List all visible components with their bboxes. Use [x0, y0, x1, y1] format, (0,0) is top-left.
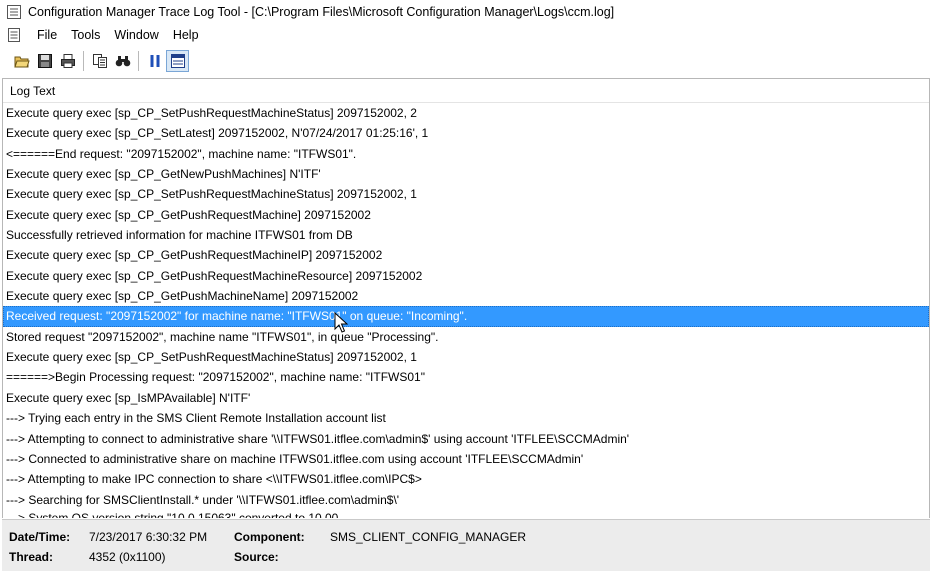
find-icon	[115, 56, 130, 67]
thread-label: Thread:	[9, 550, 54, 564]
pause-icon	[150, 55, 159, 67]
log-row[interactable]: ---> Connected to administrative share o…	[3, 449, 929, 469]
toolbar-separator	[138, 51, 139, 71]
log-row[interactable]: <======End request: "2097152002", machin…	[3, 144, 929, 164]
menu-bar: File Tools Window Help	[0, 24, 930, 45]
log-row[interactable]: Execute query exec [sp_CP_GetPushRequest…	[3, 205, 929, 225]
datetime-label: Date/Time:	[9, 530, 71, 544]
copy-icon	[92, 54, 107, 68]
details-pane: Date/Time: 7/23/2017 6:30:32 PM Componen…	[2, 519, 930, 571]
title-bar: Configuration Manager Trace Log Tool - […	[0, 0, 930, 24]
log-row[interactable]: Stored request "2097152002", machine nam…	[3, 327, 929, 347]
details-pane-icon	[170, 54, 185, 68]
window-title: Configuration Manager Trace Log Tool - […	[28, 5, 615, 19]
log-row[interactable]: Execute query exec [sp_CP_GetNewPushMach…	[3, 164, 929, 184]
menu-tools[interactable]: Tools	[64, 28, 107, 42]
log-document-icon	[6, 4, 22, 20]
menu-window[interactable]: Window	[107, 28, 165, 42]
toolbar-separator	[83, 51, 84, 71]
column-header-log-text[interactable]: Log Text	[3, 79, 929, 103]
details-pane-button[interactable]	[166, 50, 189, 72]
log-row[interactable]: Execute query exec [sp_CP_GetPushMachine…	[3, 286, 929, 306]
log-row[interactable]: ---> Attempting to connect to administra…	[3, 429, 929, 449]
log-row[interactable]: Execute query exec [sp_CP_SetPushRequest…	[3, 347, 929, 367]
log-row[interactable]: ======>Begin Processing request: "209715…	[3, 367, 929, 387]
log-list[interactable]: Log Text Execute query exec [sp_CP_SetPu…	[2, 78, 930, 518]
log-row[interactable]: ---> Trying each entry in the SMS Client…	[3, 408, 929, 428]
save-icon	[37, 54, 52, 68]
log-row[interactable]: Execute query exec [sp_CP_GetPushRequest…	[3, 266, 929, 286]
source-label: Source:	[234, 550, 279, 564]
print-button[interactable]	[56, 50, 79, 72]
pause-button[interactable]	[143, 50, 166, 72]
toolbar	[0, 47, 930, 75]
log-row[interactable]: Execute query exec [sp_IsMPAvailable] N'…	[3, 388, 929, 408]
log-row[interactable]: Execute query exec [sp_CP_SetPushRequest…	[3, 184, 929, 204]
log-rows: Execute query exec [sp_CP_SetPushRequest…	[3, 103, 929, 518]
log-row[interactable]: ---> System OS version string "10.0.1506…	[3, 508, 929, 518]
copy-button[interactable]	[88, 50, 111, 72]
save-button[interactable]	[33, 50, 56, 72]
open-icon	[13, 56, 30, 68]
find-button[interactable]	[111, 50, 134, 72]
log-row[interactable]: ---> Attempting to make IPC connection t…	[3, 469, 929, 489]
log-row-selected[interactable]: Received request: "2097152002" for machi…	[3, 306, 929, 327]
mouse-cursor-icon	[334, 311, 350, 334]
datetime-value: 7/23/2017 6:30:32 PM	[89, 530, 208, 544]
log-row[interactable]: Execute query exec [sp_CP_SetLatest] 209…	[3, 123, 929, 143]
log-row[interactable]: Execute query exec [sp_CP_SetPushRequest…	[3, 103, 929, 123]
thread-value: 4352 (0x1100)	[89, 550, 166, 564]
log-row[interactable]: Execute query exec [sp_CP_GetPushRequest…	[3, 245, 929, 265]
menu-help[interactable]: Help	[166, 28, 206, 42]
log-row[interactable]: Successfully retrieved information for m…	[3, 225, 929, 245]
component-value: SMS_CLIENT_CONFIG_MANAGER	[330, 530, 527, 544]
log-document-icon[interactable]	[6, 27, 22, 43]
menu-file[interactable]: File	[30, 28, 64, 42]
print-icon	[60, 54, 75, 68]
component-label: Component:	[234, 530, 305, 544]
log-row[interactable]: ---> Searching for SMSClientInstall.* un…	[3, 490, 929, 510]
open-button[interactable]	[10, 50, 33, 72]
